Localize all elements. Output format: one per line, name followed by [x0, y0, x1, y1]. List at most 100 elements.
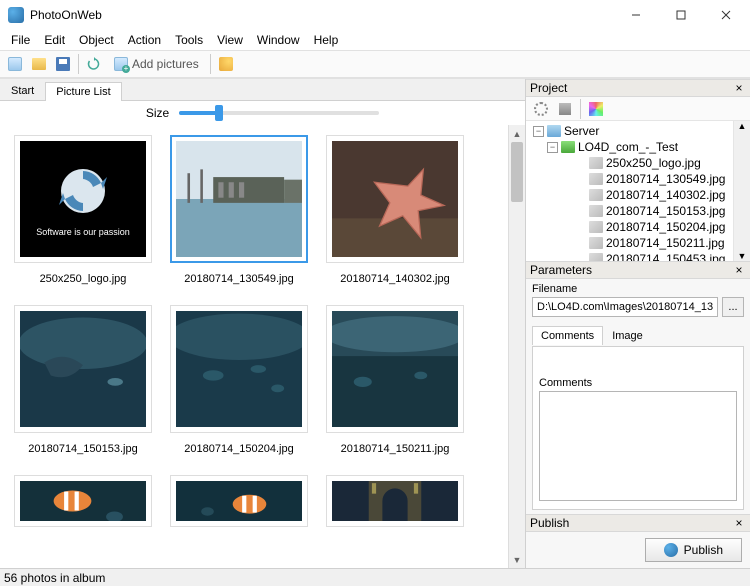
tree-node-label: Server — [564, 124, 599, 138]
tab-comments[interactable]: Comments — [532, 326, 603, 345]
thumbnail-image — [332, 141, 458, 257]
tree-file-node[interactable]: 20180714_130549.jpg — [526, 171, 750, 187]
project-settings-icon[interactable] — [530, 98, 552, 120]
publish-button[interactable]: Publish — [645, 538, 742, 562]
app-icon — [8, 7, 24, 23]
new-icon[interactable] — [4, 53, 26, 75]
thumbnail-item[interactable] — [326, 475, 464, 527]
tree-file-node[interactable]: 20180714_150153.jpg — [526, 203, 750, 219]
tree-node-label: 20180714_150211.jpg — [606, 236, 725, 250]
thumbnail-frame[interactable] — [170, 135, 308, 263]
tree-server-node[interactable]: − Server — [526, 123, 750, 139]
size-slider[interactable] — [179, 111, 379, 115]
scroll-down-icon[interactable]: ▼ — [734, 251, 750, 261]
thumbnail-item[interactable]: 20180714_150204.jpg — [170, 305, 308, 455]
thumbnail-item[interactable]: 20180714_140302.jpg — [326, 135, 464, 285]
save-icon[interactable] — [52, 53, 74, 75]
browse-button[interactable]: ... — [722, 297, 744, 317]
thumbnail-frame[interactable] — [326, 475, 464, 527]
tree-node-label: 20180714_150153.jpg — [606, 204, 725, 218]
menu-item-view[interactable]: View — [210, 31, 250, 49]
thumbnail-area: Software is our passion250x250_logo.jpg2… — [0, 125, 525, 568]
publish-close-icon[interactable]: × — [732, 516, 746, 530]
status-text: 56 photos in album — [4, 571, 105, 585]
tree-toggle-icon[interactable]: − — [547, 142, 558, 153]
tree-green-icon — [561, 141, 575, 153]
thumbnail-item[interactable]: 20180714_150153.jpg — [14, 305, 152, 455]
thumbnail-caption: 20180714_150204.jpg — [184, 443, 294, 455]
wizard-icon[interactable] — [215, 53, 237, 75]
add-pictures-button[interactable]: + Add pictures — [107, 53, 206, 75]
parameter-tabs: Comments Image — [532, 323, 744, 345]
thumbnail-frame[interactable] — [170, 475, 308, 527]
menu-item-window[interactable]: Window — [250, 31, 307, 49]
tree-node-label: 250x250_logo.jpg — [606, 156, 701, 170]
tree-scrollbar[interactable]: ▲ ▼ — [733, 121, 750, 261]
tree-img-icon — [589, 173, 603, 185]
thumbnail-image — [20, 481, 146, 521]
add-icon: + — [114, 57, 128, 71]
thumbnail-frame[interactable]: Software is our passion — [14, 135, 152, 263]
tree-file-node[interactable]: 20180714_140302.jpg — [526, 187, 750, 203]
maximize-button[interactable] — [658, 1, 703, 29]
filename-label: Filename — [532, 283, 744, 295]
minimize-button[interactable] — [613, 1, 658, 29]
close-button[interactable] — [703, 1, 748, 29]
tab-start[interactable]: Start — [0, 81, 45, 100]
tab-image[interactable]: Image — [603, 326, 652, 345]
app-title: PhotoOnWeb — [30, 8, 613, 22]
thumbnail-item[interactable] — [14, 475, 152, 527]
tree-node-label: 20180714_150204.jpg — [606, 220, 725, 234]
parameters-body: Filename ... Comments Image Comments — [526, 279, 750, 514]
menu-item-object[interactable]: Object — [72, 31, 121, 49]
tab-picture-list[interactable]: Picture List — [45, 82, 121, 101]
scroll-up-icon[interactable]: ▲ — [734, 121, 750, 131]
publish-icon — [664, 543, 678, 557]
thumbnail-image — [20, 311, 146, 427]
menu-item-file[interactable]: File — [4, 31, 37, 49]
project-close-icon[interactable]: × — [732, 81, 746, 95]
open-icon[interactable] — [28, 53, 50, 75]
thumbnail-frame[interactable] — [14, 305, 152, 433]
tree-toggle-icon[interactable]: − — [533, 126, 544, 137]
parameters-header-label: Parameters — [530, 263, 592, 277]
project-theme-icon[interactable] — [585, 98, 607, 120]
tree-img-icon — [589, 221, 603, 233]
status-bar: 56 photos in album — [0, 568, 750, 586]
thumbnail-frame[interactable] — [170, 305, 308, 433]
menu-bar: FileEditObjectActionToolsViewWindowHelp — [0, 30, 750, 50]
comments-textarea[interactable] — [539, 391, 737, 501]
parameters-panel-header: Parameters × — [526, 261, 750, 279]
menu-item-tools[interactable]: Tools — [168, 31, 210, 49]
thumbnail-item[interactable]: Software is our passion250x250_logo.jpg — [14, 135, 152, 285]
thumbnail-item[interactable]: 20180714_150211.jpg — [326, 305, 464, 455]
tree-file-node[interactable]: 20180714_150453.jpg — [526, 251, 750, 261]
thumbnail-item[interactable] — [170, 475, 308, 527]
thumbnail-frame[interactable] — [14, 475, 152, 527]
menu-item-edit[interactable]: Edit — [37, 31, 72, 49]
refresh-icon[interactable] — [83, 53, 105, 75]
parameters-close-icon[interactable]: × — [732, 263, 746, 277]
scroll-down-icon[interactable]: ▼ — [509, 551, 525, 568]
tree-file-node[interactable]: 250x250_logo.jpg — [526, 155, 750, 171]
filename-input[interactable] — [532, 297, 718, 317]
project-server-icon[interactable] — [554, 98, 576, 120]
menu-item-help[interactable]: Help — [307, 31, 346, 49]
main-area: Start Picture List Size Software is our … — [0, 78, 750, 568]
thumbnail-image — [176, 481, 302, 521]
tree-album-node[interactable]: −LO4D_com_-_Test — [526, 139, 750, 155]
thumbnail-scrollbar[interactable]: ▲ ▼ — [508, 125, 525, 568]
tree-file-node[interactable]: 20180714_150204.jpg — [526, 219, 750, 235]
thumbnail-frame[interactable] — [326, 135, 464, 263]
tree-img-icon — [589, 253, 603, 261]
thumbnail-item[interactable]: 20180714_130549.jpg — [170, 135, 308, 285]
project-panel-header: Project × — [526, 79, 750, 97]
thumbnail-frame[interactable] — [326, 305, 464, 433]
project-tree[interactable]: −Server−LO4D_com_-_Test250x250_logo.jpg2… — [526, 121, 750, 261]
project-toolbar — [526, 97, 750, 121]
scroll-up-icon[interactable]: ▲ — [509, 125, 525, 142]
menu-item-action[interactable]: Action — [121, 31, 168, 49]
thumbnail-image: Software is our passion — [20, 141, 146, 257]
tree-file-node[interactable]: 20180714_150211.jpg — [526, 235, 750, 251]
thumbnail-image — [332, 311, 458, 427]
